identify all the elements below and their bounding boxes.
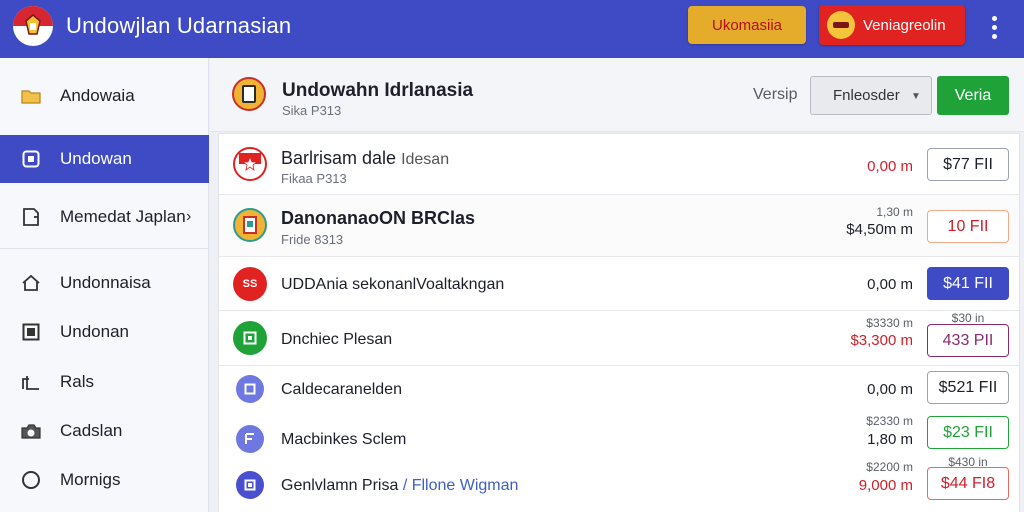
list-item-amount-secondary: $3330 m [866,316,913,330]
app-title: Undowjlan Udarnasian [66,13,292,38]
list-item-title: UDDAnia sekonanlVoaltakngan [281,276,505,293]
list-item-amount-secondary: $2200 m [866,460,913,474]
sidebar-item-label: Andowaia [60,86,135,105]
list-item-title: DanonanaoON BRClas [281,208,476,228]
page-title: Undowahn Idrlanasia [282,80,474,101]
bracket-icon [20,371,42,393]
price-pill[interactable]: $521 FII [927,371,1009,404]
sidebar-item-rals[interactable]: Rals [0,358,209,406]
list-item-amount: 0,00 m [867,276,913,293]
list-item-subtitle: Fikaa P313 [281,171,347,186]
more-menu-icon[interactable] [982,12,1006,42]
coin-icon [827,11,855,39]
list-item-link[interactable]: / Fllone Wigman [403,477,519,494]
sidebar-item-label: Undonan [60,322,130,341]
list-item-title-main: Genlvlamn Prisa [281,477,399,494]
list-item-amount: 0,00 m [867,158,913,175]
transaction-list: Barlrisam dale Idesan Fikaa P313 0,00 m … [218,133,1020,512]
list-item[interactable]: DanonanaoON BRClas Fride 8313 1,30 m $4,… [219,195,1019,257]
page-subtitle: Sika P313 [282,103,342,118]
list-item-amount: 0,00 m [867,381,913,398]
document-icon [20,206,42,228]
list-item[interactable]: Genlvlamn Prisa / Fllone Wigman $2200 m … [219,455,1019,512]
emblem-avatar-icon [233,208,267,242]
version-select[interactable]: Fnleosder ▼ [810,76,932,115]
list-item[interactable]: Dnchiec Plesan $3330 m $3,300 m $30 in 4… [219,311,1019,366]
window-icon [20,321,42,343]
list-item-amount-secondary: 1,30 m [876,205,913,219]
list-item[interactable]: Macbinkes Sclem $2330 m 1,80 m $23 FII [219,414,1019,464]
confirm-button[interactable]: Veria [937,76,1009,115]
list-item-title: Genlvlamn Prisa / Fllone Wigman [281,477,518,495]
price-pill[interactable]: 10 FII [927,210,1009,243]
sidebar-item-label: Mornigs [60,470,121,489]
folder-icon [20,85,42,107]
top-app-bar: Undowjlan Udarnasian Ukomasiia Veniagreo… [0,0,1024,58]
price-pill[interactable]: $41 FII [927,267,1009,300]
yellow-action-button[interactable]: Ukomasiia [688,6,806,44]
camera-icon [20,420,42,442]
sidebar-item-label: Rals [60,372,95,391]
version-label: Versip [753,86,798,103]
chevron-down-icon: ▼ [911,91,921,102]
list-item-title-extra: Idesan [401,151,450,168]
list-item-title: Macbinkes Sclem [281,431,407,448]
badge-avatar-icon [236,425,264,453]
flag-logo-icon [13,6,53,46]
list-item-amount: 9,000 m [858,477,913,494]
sidebar-item-undonnaisa[interactable]: Undonnaisa [0,259,209,307]
list-item-title: Caldecaranelden [281,381,402,398]
sidebar-item-memedat-japlan[interactable]: Memedat Japlan › [0,193,209,241]
list-item-title: Barlrisam dale Idesan [281,148,449,169]
badge-avatar-icon [236,375,264,403]
list-item-amount: $3,300 m [850,332,913,349]
sidebar-item-label: Memedat Japlan [60,207,186,226]
price-pill[interactable]: $23 FII [927,416,1009,449]
list-item-title: Dnchiec Plesan [281,331,393,348]
sidebar-item-label: Undonnaisa [60,273,151,292]
list-item[interactable]: SS UDDAnia sekonanlVoaltakngan 0,00 m $4… [219,257,1019,311]
badge-avatar-icon: SS [233,267,267,301]
sidebar-divider [0,248,208,249]
content-header: Undowahn Idrlanasia Sika P313 Versip Fnl… [210,58,1024,132]
sidebar-item-undowan[interactable]: Undowan [0,135,209,183]
home-icon [20,272,42,294]
list-item[interactable]: Barlrisam dale Idesan Fikaa P313 0,00 m … [219,134,1019,195]
flag-avatar-icon [233,147,267,181]
emblem-icon [232,77,266,111]
sidebar-item-andowaia[interactable]: Andowaia [0,72,209,120]
price-pill[interactable]: $77 FII [927,148,1009,181]
list-item-title-main: Barlrisam dale [281,148,397,168]
sidebar-item-undonan[interactable]: Undonan [0,308,209,356]
list-item-subtitle: Fride 8313 [281,232,344,247]
pill-note: $30 in [951,311,985,325]
square-icon [20,148,42,170]
list-item-amount: 1,80 m [867,431,913,448]
price-pill[interactable]: 433 PII [927,324,1009,357]
sidebar-item-label: Undowan [60,149,132,168]
badge-avatar-icon [236,471,264,499]
version-select-value: Fnleosder [833,87,900,104]
sidebar-item-cadslan[interactable]: Cadslan [0,407,209,455]
badge-avatar-icon [233,321,267,355]
list-item-amount-secondary: $2330 m [866,414,913,428]
price-pill[interactable]: $44 FI8 [927,467,1009,500]
red-action-label: Veniagreolin [863,16,946,34]
red-action-button[interactable]: Veniagreolin [819,5,965,45]
sidebar-item-label: Cadslan [60,421,123,440]
chevron-right-icon: › [186,208,192,225]
list-item[interactable]: Caldecaranelden 0,00 m $521 FII [219,366,1019,414]
circle-icon [20,469,42,491]
sidebar-item-mornigs[interactable]: Mornigs [0,456,209,504]
sidebar: Andowaia Undowan Memedat Japlan › Undonn… [0,58,209,512]
list-item-amount: $4,50m m [846,221,913,238]
